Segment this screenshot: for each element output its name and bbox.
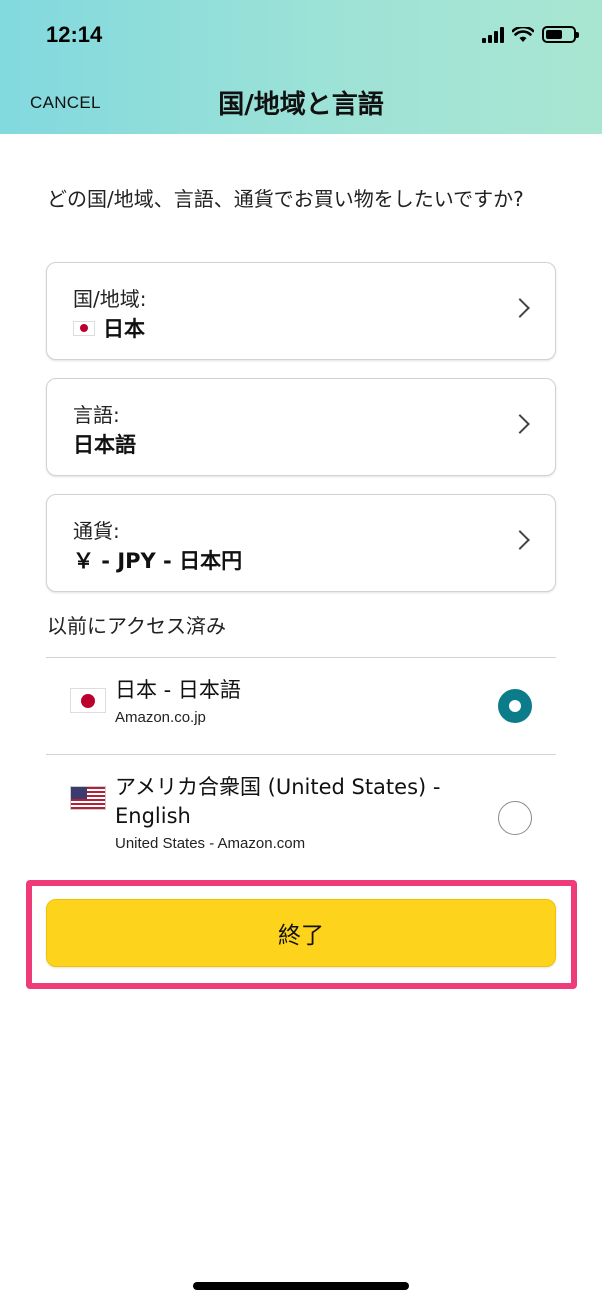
previous-option-united-states[interactable]: アメリカ合衆国 (United States) - English United… <box>46 755 556 865</box>
cellular-signal-icon <box>482 26 504 43</box>
country-region-selector[interactable]: 国/地域: 日本 <box>46 262 556 360</box>
japan-flag-icon <box>73 320 95 336</box>
option-subtitle: Amazon.co.jp <box>115 709 206 726</box>
currency-label: 通貨: <box>73 519 120 543</box>
battery-icon <box>542 26 579 43</box>
home-indicator <box>193 1282 409 1290</box>
chevron-right-icon <box>510 414 530 434</box>
previously-visited-label: 以前にアクセス済み <box>47 614 226 638</box>
japan-flag-icon <box>70 688 106 713</box>
language-value: 日本語 <box>73 433 136 457</box>
page-title: 国/地域と言語 <box>218 90 384 120</box>
status-time: 12:14 <box>46 22 103 47</box>
header-bar: 12:14 CANCEL 国/地域と言語 <box>0 0 602 134</box>
question-text: どの国/地域、言語、通貨でお買い物をしたいですか? <box>47 187 524 211</box>
us-flag-icon <box>70 786 106 810</box>
option-subtitle: United States - Amazon.com <box>115 835 306 852</box>
radio-selected[interactable] <box>498 689 532 723</box>
currency-selector[interactable]: 通貨: ￥ - JPY - 日本円 <box>46 494 556 592</box>
status-icons <box>482 26 579 43</box>
previous-option-japan[interactable]: 日本 - 日本語 Amazon.co.jp <box>46 658 556 754</box>
option-title: 日本 - 日本語 <box>115 678 241 702</box>
country-region-label: 国/地域: <box>73 287 147 311</box>
wifi-icon <box>512 26 534 42</box>
currency-value: ￥ - JPY - 日本円 <box>73 549 243 573</box>
country-region-value-row: 日本 <box>73 313 145 343</box>
language-selector[interactable]: 言語: 日本語 <box>46 378 556 476</box>
radio-unselected[interactable] <box>498 801 532 835</box>
done-button[interactable]: 終了 <box>46 899 556 967</box>
country-region-value: 日本 <box>103 317 145 341</box>
chevron-right-icon <box>510 530 530 550</box>
chevron-right-icon <box>510 298 530 318</box>
option-title: アメリカ合衆国 (United States) - English <box>115 775 441 828</box>
language-label: 言語: <box>73 403 120 427</box>
